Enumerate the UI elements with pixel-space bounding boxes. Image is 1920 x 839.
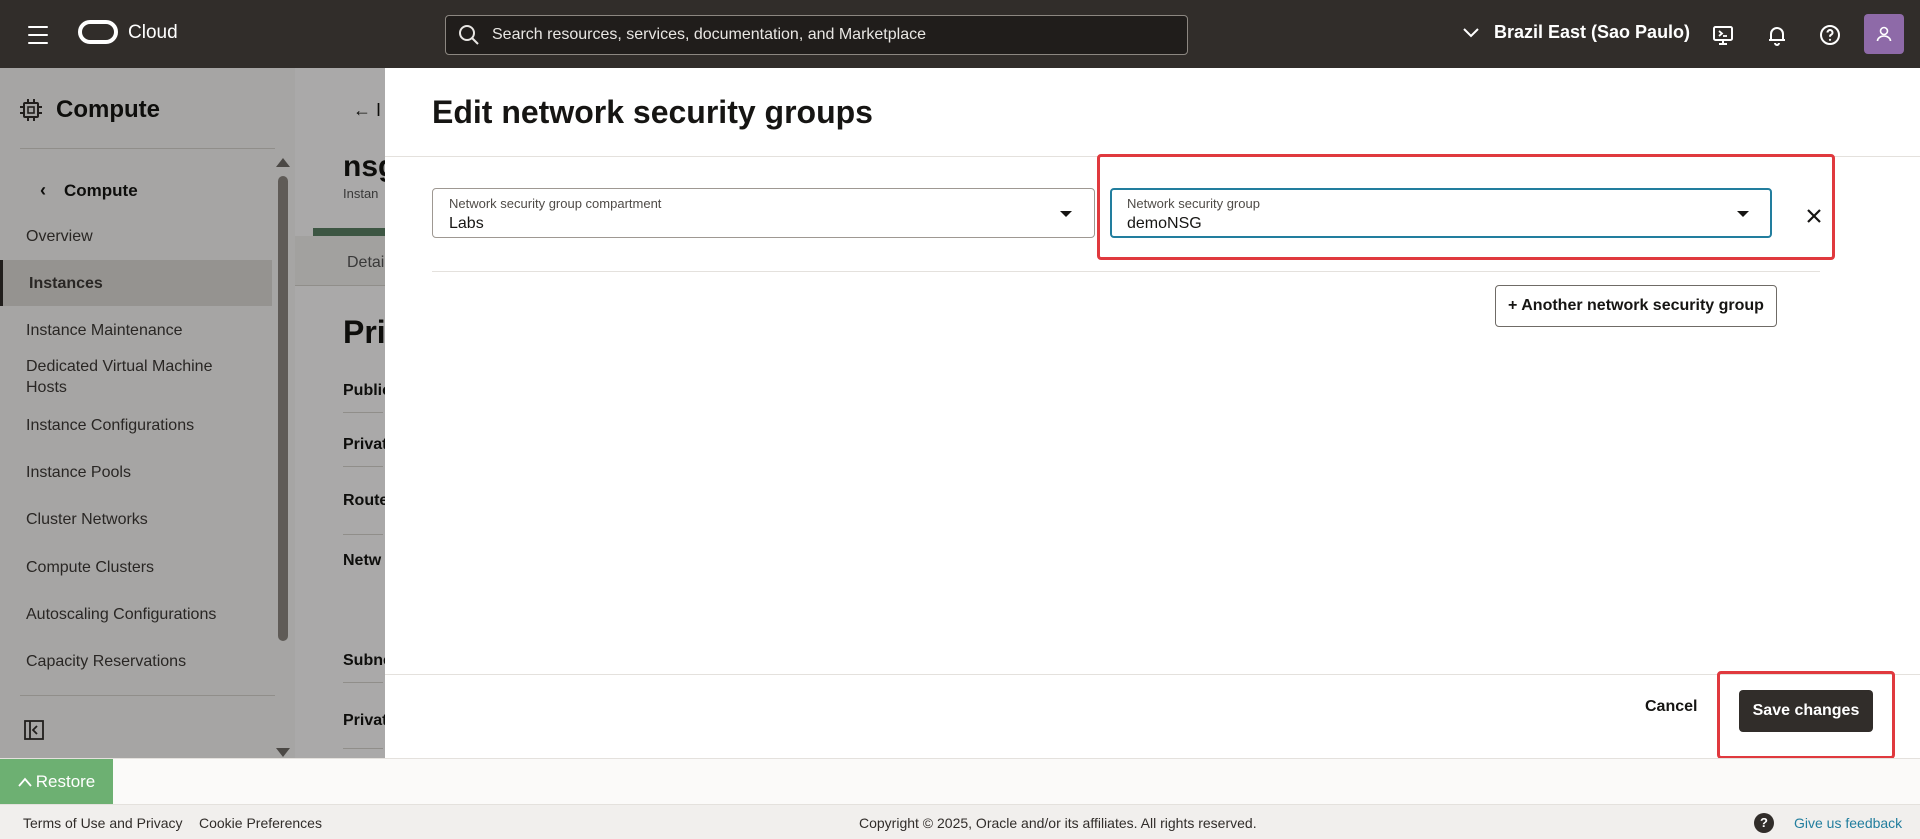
add-another-nsg-button[interactable]: + Another network security group (1495, 285, 1777, 327)
restore-bar: Restore (0, 758, 1920, 805)
feedback-help-icon[interactable]: ? (1754, 813, 1774, 833)
cloud-shell-icon[interactable] (1710, 22, 1736, 48)
footer-divider (385, 674, 1920, 675)
cancel-button[interactable]: Cancel (1645, 698, 1697, 716)
user-icon (1876, 26, 1892, 42)
chevron-up-icon (18, 777, 32, 787)
panel-title: Edit network security groups (432, 94, 873, 130)
region-label: Brazil East (Sao Paulo) (1494, 22, 1691, 42)
page-footer: Terms of Use and Privacy Cookie Preferen… (0, 804, 1920, 839)
dropdown-caret-icon (1060, 211, 1072, 217)
nsg-compartment-select[interactable]: Network security group compartment Labs (432, 188, 1095, 238)
search-box[interactable] (445, 15, 1188, 55)
compartment-field-value: Labs (449, 215, 484, 232)
give-feedback-link[interactable]: Give us feedback (1794, 815, 1902, 831)
help-icon[interactable] (1817, 22, 1843, 48)
user-avatar[interactable] (1864, 14, 1904, 54)
row-divider (432, 271, 1820, 272)
search-input[interactable] (492, 26, 1142, 44)
cookie-preferences-link[interactable]: Cookie Preferences (199, 815, 322, 831)
restore-button[interactable]: Restore (0, 759, 113, 805)
copyright-text: Copyright © 2025, Oracle and/or its affi… (859, 815, 1257, 831)
restore-label: Restore (35, 772, 96, 791)
search-icon (459, 25, 479, 45)
modal-backdrop[interactable] (0, 68, 385, 758)
region-selector[interactable]: Brazil East (Sao Paulo) (1462, 22, 1690, 43)
edit-nsg-panel: Edit network security groups Network sec… (385, 68, 1920, 759)
compartment-field-label: Network security group compartment (449, 196, 662, 211)
top-navigation-bar: Cloud Brazil East (Sao Paulo) (0, 0, 1920, 68)
highlight-box-save (1717, 671, 1895, 759)
hamburger-menu-icon[interactable] (22, 22, 54, 48)
oracle-logo[interactable] (78, 20, 118, 44)
brand-name[interactable]: Cloud (128, 22, 178, 44)
terms-link[interactable]: Terms of Use and Privacy (23, 815, 183, 831)
notifications-bell-icon[interactable] (1764, 22, 1790, 48)
highlight-box-nsg (1097, 154, 1835, 260)
chevron-down-icon (1463, 27, 1479, 37)
